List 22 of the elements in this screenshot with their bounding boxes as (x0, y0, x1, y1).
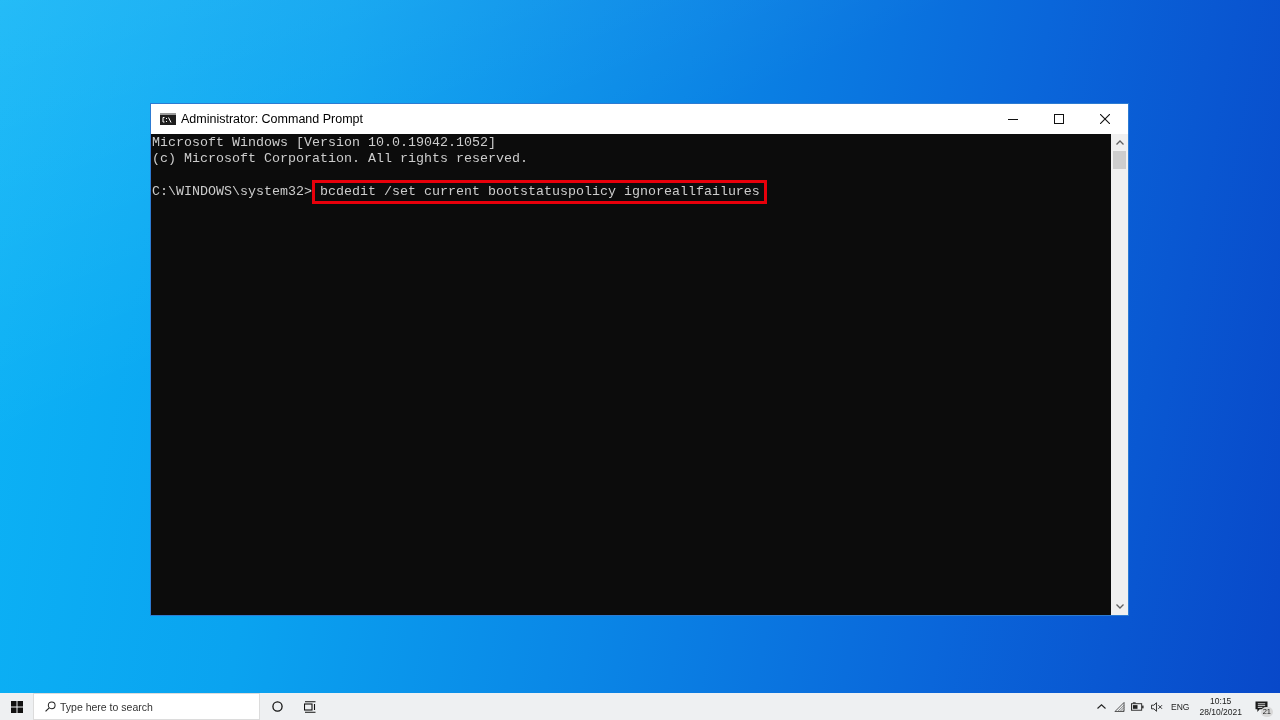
network-icon[interactable] (1114, 701, 1126, 712)
windows-logo-icon (10, 700, 23, 713)
console-line: Microsoft Windows [Version 10.0.19042.1052] (152, 135, 497, 151)
muted-speaker-icon[interactable] (1151, 701, 1164, 712)
scrollbar-thumb[interactable] (1113, 151, 1126, 169)
prompt-path: C:\WINDOWS\system32> (152, 184, 312, 200)
chevron-down-icon[interactable] (1115, 604, 1124, 609)
search-field[interactable]: Type here to search (33, 693, 260, 720)
command-text: bcdedit /set current bootstatuspolicy ignoreallfailures (311, 180, 767, 204)
terminal-icon (160, 113, 176, 125)
close-icon (1100, 114, 1110, 124)
window-title: Administrator: Command Prompt (181, 112, 363, 126)
language-indicator[interactable]: ENG (1171, 701, 1190, 712)
search-icon (45, 701, 56, 712)
task-view-icon (304, 700, 316, 713)
battery-icon[interactable] (1131, 702, 1145, 711)
minimize-icon (1008, 118, 1018, 120)
console-line: (c) Microsoft Corporation. All rights reserved. (152, 151, 529, 167)
circle-icon (271, 701, 283, 712)
maximize-icon (1054, 114, 1064, 124)
chevron-up-icon[interactable] (1097, 704, 1107, 709)
clock-button[interactable]: 10:15 28/10/2021 (1195, 695, 1246, 718)
